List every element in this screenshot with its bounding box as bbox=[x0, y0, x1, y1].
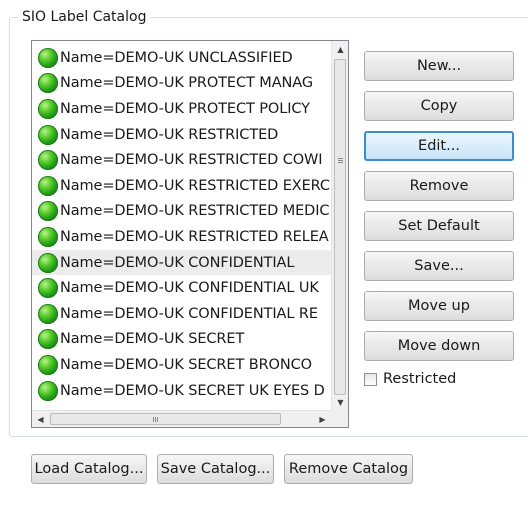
save-button[interactable]: Save... bbox=[364, 251, 514, 281]
restricted-checkbox[interactable] bbox=[364, 372, 377, 386]
green-circle-icon bbox=[38, 329, 58, 350]
horizontal-scrollbar[interactable]: ◀ ▶ bbox=[32, 410, 331, 427]
label-name: Name=DEMO-UK RESTRICTED EXERC bbox=[60, 177, 330, 194]
green-circle-icon bbox=[38, 175, 58, 196]
label-list-item[interactable]: Name=DEMO-UK RESTRICTED COWI bbox=[32, 147, 331, 173]
green-circle-icon bbox=[38, 150, 58, 171]
label-list-item[interactable]: Name=DEMO-UK RESTRICTED RELEA bbox=[32, 224, 331, 250]
grip-line bbox=[338, 162, 343, 163]
label-list-item[interactable]: Name=DEMO-UK RESTRICTED MEDIC bbox=[32, 199, 331, 225]
grip-line bbox=[157, 417, 158, 422]
green-circle-icon bbox=[38, 98, 58, 119]
restricted-label: Restricted bbox=[383, 371, 457, 387]
green-circle-icon bbox=[38, 47, 58, 68]
label-name: Name=DEMO-UK PROTECT POLICY bbox=[60, 100, 310, 117]
remove-button[interactable]: Remove bbox=[364, 171, 514, 201]
restricted-option[interactable]: Restricted bbox=[364, 371, 456, 387]
label-name: Name=DEMO-UK CONFIDENTIAL UK bbox=[60, 280, 319, 297]
green-circle-icon bbox=[38, 354, 58, 375]
label-list-item[interactable]: Name=DEMO-UK SECRET UK EYES D bbox=[32, 378, 331, 404]
label-list-item[interactable]: Name=DEMO-UK UNCLASSIFIED bbox=[32, 45, 331, 71]
label-name: Name=DEMO-UK CONFIDENTIAL RE bbox=[60, 305, 318, 322]
set-default-button[interactable]: Set Default bbox=[364, 211, 514, 241]
label-name: Name=DEMO-UK RESTRICTED COWI bbox=[60, 152, 323, 169]
grip-line bbox=[338, 158, 343, 159]
label-name: Name=DEMO-UK RESTRICTED bbox=[60, 126, 279, 143]
label-name: Name=DEMO-UK CONFIDENTIAL bbox=[60, 254, 295, 271]
green-circle-icon bbox=[38, 380, 58, 401]
group-title: SIO Label Catalog bbox=[18, 8, 151, 26]
new-button[interactable]: New... bbox=[364, 51, 514, 81]
green-circle-icon bbox=[38, 278, 58, 299]
edit-button[interactable]: Edit... bbox=[364, 131, 514, 161]
label-name: Name=DEMO-UK SECRET UK EYES D bbox=[60, 382, 325, 399]
label-list-item[interactable]: Name=DEMO-UK CONFIDENTIAL RE bbox=[32, 301, 331, 327]
label-list-item[interactable]: Name=DEMO-UK PROTECT MANAG bbox=[32, 71, 331, 97]
move-down-button[interactable]: Move down bbox=[364, 331, 514, 361]
label-list-item[interactable]: Name=DEMO-UK SECRET bbox=[32, 327, 331, 353]
label-name: Name=DEMO-UK SECRET bbox=[60, 331, 245, 348]
remove-catalog-button[interactable]: Remove Catalog bbox=[284, 454, 413, 484]
scroll-corner bbox=[331, 410, 348, 427]
grip-line bbox=[153, 417, 154, 422]
scroll-right-icon[interactable]: ▶ bbox=[314, 411, 331, 427]
label-name: Name=DEMO-UK RESTRICTED RELEA bbox=[60, 228, 329, 245]
label-name: Name=DEMO-UK UNCLASSIFIED bbox=[60, 49, 293, 66]
label-list-item[interactable]: Name=DEMO-UK SECRET BRONCO bbox=[32, 352, 331, 378]
label-name: Name=DEMO-UK SECRET BRONCO bbox=[60, 356, 312, 373]
green-circle-icon bbox=[38, 73, 58, 94]
label-name: Name=DEMO-UK RESTRICTED MEDIC bbox=[60, 203, 330, 220]
move-up-button[interactable]: Move up bbox=[364, 291, 514, 321]
vertical-scroll-thumb[interactable] bbox=[334, 59, 346, 395]
green-circle-icon bbox=[38, 226, 58, 247]
green-circle-icon bbox=[38, 201, 58, 222]
green-circle-icon bbox=[38, 252, 58, 273]
copy-button[interactable]: Copy bbox=[364, 91, 514, 121]
horizontal-scroll-thumb[interactable] bbox=[50, 413, 281, 425]
scroll-left-icon[interactable]: ◀ bbox=[32, 411, 49, 427]
grip-line bbox=[155, 417, 156, 422]
label-list-item[interactable]: Name=DEMO-UK CONFIDENTIAL bbox=[32, 249, 331, 276]
scroll-down-icon[interactable]: ▼ bbox=[332, 394, 348, 411]
label-list[interactable]: Name=DEMO-UK UNCLASSIFIED Name=DEMO-UK PR… bbox=[31, 40, 349, 428]
load-catalog-button[interactable]: Load Catalog... bbox=[31, 454, 147, 484]
grip-line bbox=[338, 160, 343, 161]
label-list-item[interactable]: Name=DEMO-UK RESTRICTED EXERC bbox=[32, 173, 331, 199]
label-list-item[interactable]: Name=DEMO-UK PROTECT POLICY bbox=[32, 96, 331, 122]
label-list-item[interactable]: Name=DEMO-UK RESTRICTED bbox=[32, 122, 331, 148]
vertical-scrollbar[interactable]: ▲ ▼ bbox=[331, 41, 348, 411]
save-catalog-button[interactable]: Save Catalog... bbox=[157, 454, 274, 484]
label-list-item[interactable]: Name=DEMO-UK CONFIDENTIAL UK bbox=[32, 275, 331, 301]
label-name: Name=DEMO-UK PROTECT MANAG bbox=[60, 75, 313, 92]
green-circle-icon bbox=[38, 303, 58, 324]
label-rows: Name=DEMO-UK UNCLASSIFIED Name=DEMO-UK PR… bbox=[32, 45, 331, 403]
green-circle-icon bbox=[38, 124, 58, 145]
scroll-up-icon[interactable]: ▲ bbox=[332, 41, 348, 58]
